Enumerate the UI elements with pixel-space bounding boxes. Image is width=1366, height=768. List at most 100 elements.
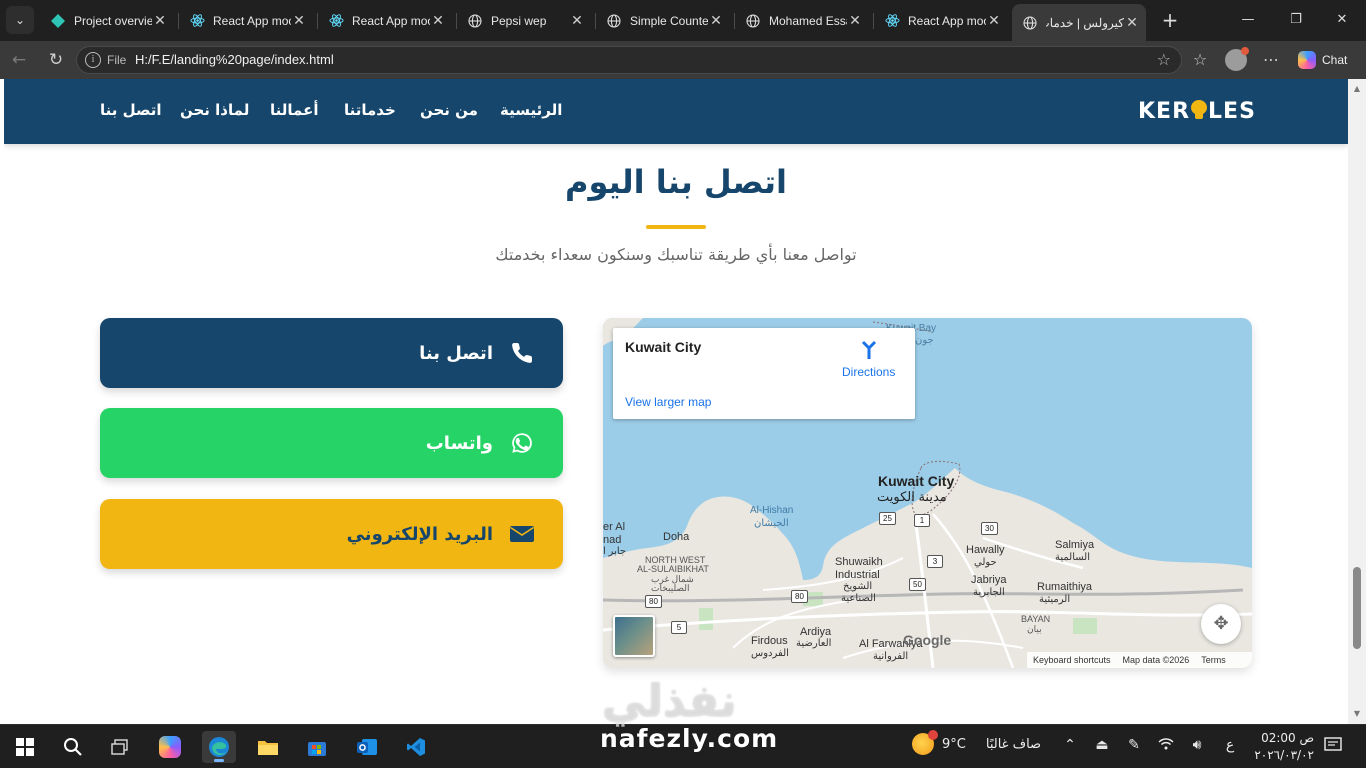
page-scrollbar[interactable]: ▲ ▼ <box>1348 79 1366 724</box>
section-subtitle: تواصل معنا بأي طريقة تناسبك وسنكون سعداء… <box>495 245 857 264</box>
lightbulb-icon <box>1190 100 1208 120</box>
satellite-toggle-button[interactable] <box>613 615 655 657</box>
task-view-icon[interactable] <box>103 731 137 763</box>
tab-kerolos-services[interactable]: كيرولس | خدمات ✕ <box>1012 4 1146 41</box>
copilot-chat-button[interactable]: Chat <box>1292 47 1360 73</box>
store-icon <box>308 742 326 756</box>
road-shield: 80 <box>791 590 808 603</box>
vscode-app[interactable] <box>399 731 433 763</box>
browser-toolbar: ← ↻ i File H:/F.E/landing%20page/index.h… <box>0 41 1366 79</box>
road-shield: 5 <box>671 621 687 634</box>
tab-react-app-1[interactable]: React App moo ✕ <box>179 6 313 35</box>
more-options-icon[interactable]: ⋯ <box>1259 49 1283 71</box>
close-icon[interactable]: ✕ <box>569 12 585 29</box>
tab-actions-menu-button[interactable]: ⌄ <box>6 6 34 34</box>
tab-project-overview[interactable]: Project overview ✕ <box>40 6 174 35</box>
address-bar[interactable]: i File H:/F.E/landing%20page/index.html … <box>76 46 1182 74</box>
microsoft-store-app[interactable] <box>300 731 334 763</box>
wifi-icon[interactable] <box>1156 737 1176 755</box>
maximize-button[interactable]: ❐ <box>1284 9 1308 31</box>
minimize-button[interactable]: — <box>1236 9 1260 31</box>
pen-input-icon[interactable]: ✎ <box>1124 737 1144 753</box>
whatsapp-button[interactable]: واتساب <box>100 408 563 478</box>
close-icon[interactable]: ✕ <box>430 12 446 29</box>
road-shield: 30 <box>981 522 998 535</box>
close-icon[interactable]: ✕ <box>986 12 1002 29</box>
road-shield: 80 <box>645 595 662 608</box>
copilot-icon <box>1298 51 1316 69</box>
close-icon[interactable]: ✕ <box>847 12 863 29</box>
email-button[interactable]: البريد الإلكتروني <box>100 499 563 569</box>
road-shield: 3 <box>927 555 943 568</box>
new-tab-button[interactable]: + <box>1158 8 1182 32</box>
fullscreen-toggle-button[interactable]: ✥ <box>1201 604 1241 644</box>
nav-link-about[interactable]: من نحن <box>420 101 478 119</box>
react-icon <box>884 13 900 29</box>
embedded-map[interactable]: Kuwait Bay جون Kuwait City مدينة الكويت … <box>603 318 1252 668</box>
tab-react-app-2[interactable]: React App moo ✕ <box>318 6 452 35</box>
call-us-button[interactable]: اتصل بنا <box>100 318 563 388</box>
react-icon <box>328 13 344 29</box>
close-icon[interactable]: ✕ <box>1124 14 1140 31</box>
outlook-app[interactable] <box>350 731 384 763</box>
google-logo: Google <box>903 632 952 648</box>
start-button[interactable] <box>8 731 42 763</box>
close-icon[interactable]: ✕ <box>708 12 724 29</box>
system-clock[interactable]: 02:00 ص ٢٠٢٦/٠٣/٠٢ <box>1252 730 1314 764</box>
scroll-down-arrow-icon[interactable]: ▼ <box>1352 710 1362 718</box>
volume-icon[interactable]: 🔊︎ <box>1187 737 1207 753</box>
url-text[interactable]: H:/F.E/landing%20page/index.html <box>135 52 334 67</box>
input-language-indicator[interactable]: ع <box>1220 737 1240 753</box>
tab-simple-counter[interactable]: Simple Counter ✕ <box>596 6 730 35</box>
envelope-icon <box>509 521 535 547</box>
edge-browser-app[interactable] <box>202 731 236 763</box>
site-logo[interactable]: KER LES <box>1138 99 1256 124</box>
nav-link-contact[interactable]: اتصل بنا <box>100 101 162 119</box>
refresh-icon[interactable]: ↻ <box>45 49 67 71</box>
mail-icon <box>357 739 377 755</box>
directions-link[interactable]: Directions <box>842 365 895 379</box>
weather-widget[interactable]: 9°C صاف غالبًا <box>912 730 1041 755</box>
favorite-star-icon[interactable]: ☆ <box>1157 50 1171 69</box>
road-shield: 25 <box>879 512 896 525</box>
search-icon[interactable] <box>56 731 90 763</box>
scroll-up-arrow-icon[interactable]: ▲ <box>1352 85 1362 93</box>
tab-react-app-3[interactable]: React App moo ✕ <box>874 6 1008 35</box>
site-header: KER LES الرئيسية من نحن خدماتنا أعمالنا ل… <box>4 79 1348 144</box>
weather-sun-icon <box>912 730 938 755</box>
browser-tabstrip: ⌄ Project overview ✕ React App moo ✕ Rea… <box>0 0 1366 41</box>
diamond-icon <box>50 13 66 29</box>
nav-link-home[interactable]: الرئيسية <box>500 101 562 119</box>
tab-mohamed-essa[interactable]: Mohamed Essa ✕ <box>735 6 869 35</box>
page-viewport: KER LES الرئيسية من نحن خدماتنا أعمالنا ل… <box>4 79 1348 724</box>
close-window-button[interactable]: ✕ <box>1330 9 1354 31</box>
copilot-app-icon[interactable] <box>153 731 187 763</box>
directions-icon[interactable] <box>859 340 879 360</box>
scrollbar-thumb[interactable] <box>1353 567 1361 649</box>
nav-link-works[interactable]: أعمالنا <box>270 101 318 119</box>
info-icon[interactable]: i <box>85 52 101 68</box>
map-data-attribution: Map data ©2026 <box>1122 655 1190 665</box>
globe-icon <box>1022 15 1038 31</box>
keyboard-shortcuts-link[interactable]: Keyboard shortcuts <box>1033 655 1111 665</box>
view-larger-map-link[interactable]: View larger map <box>625 395 711 409</box>
road-shield: 1 <box>914 514 930 527</box>
place-name: Kuwait City <box>625 339 702 355</box>
section-title: اتصل بنا اليوم <box>564 163 787 201</box>
tab-pepsi-wep[interactable]: Pepsi wep ✕ <box>457 6 591 35</box>
nav-link-why-us[interactable]: لماذا نحن <box>180 101 249 119</box>
close-icon[interactable]: ✕ <box>291 12 307 29</box>
close-icon[interactable]: ✕ <box>152 12 168 29</box>
usb-device-icon[interactable]: ⏏ <box>1092 737 1112 753</box>
notifications-icon[interactable] <box>1324 737 1344 757</box>
file-explorer-app[interactable] <box>251 731 285 763</box>
windows-logo-icon <box>16 738 34 756</box>
title-underline <box>646 225 706 229</box>
profile-avatar[interactable] <box>1225 47 1249 71</box>
globe-icon <box>745 13 761 29</box>
chevron-up-icon[interactable]: ⌃ <box>1060 737 1080 753</box>
favorites-icon[interactable]: ☆ <box>1188 49 1212 71</box>
back-arrow-icon[interactable]: ← <box>8 49 30 71</box>
nav-link-services[interactable]: خدماتنا <box>344 101 396 119</box>
terms-link[interactable]: Terms <box>1201 655 1226 665</box>
